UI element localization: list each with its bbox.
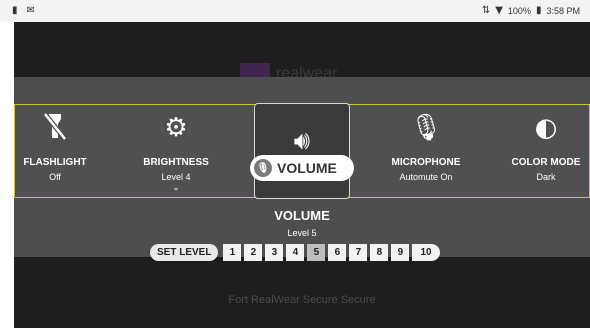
volume-icon: 🔊︎	[293, 126, 311, 156]
mail-icon: ✉	[26, 5, 35, 16]
set-level-button[interactable]: SET LEVEL	[150, 244, 219, 261]
level-button-6[interactable]: 6	[328, 244, 347, 261]
level-selector: SET LEVEL 1 2 3 4 5 6 7 8 9 10	[150, 244, 440, 261]
clock: 3:58 PM	[546, 5, 580, 16]
tile-brightness[interactable]: ⚙ BRIGHTNESS Level 4 ⌄	[125, 105, 227, 199]
signal-icon: ⇅	[481, 5, 491, 16]
flashlight-off-icon	[15, 111, 95, 145]
selected-pill-label: VOLUME	[277, 160, 337, 176]
color-mode-label: COLOR MODE	[511, 157, 581, 168]
detail-level-text: Level 5	[287, 228, 317, 238]
brightness-value: Level 4	[161, 172, 191, 182]
tile-volume[interactable]: 🔊︎	[254, 103, 350, 199]
voice-command-icon: 🎙︎	[254, 159, 272, 177]
level-button-2[interactable]: 2	[244, 244, 263, 261]
sd-card-icon: ▮	[12, 5, 18, 16]
status-bar: ▮ ✉ ⇅ ▼ 100% ▮ 3:58 PM	[0, 0, 590, 22]
level-button-4[interactable]: 4	[286, 244, 305, 261]
level-button-7[interactable]: 7	[349, 244, 368, 261]
color-mode-icon: ◐	[534, 113, 558, 143]
microphone-value: Automute On	[399, 172, 453, 182]
battery-percent: 100%	[507, 5, 531, 16]
flashlight-value: Off	[49, 172, 61, 182]
tile-microphone[interactable]: 🎙︎ MICROPHONE Automute On	[383, 105, 469, 199]
detail-title: VOLUME	[274, 208, 330, 223]
level-button-3[interactable]: 3	[265, 244, 284, 261]
microphone-automute-icon: 🎙︎	[409, 113, 443, 143]
chevron-down-icon: ⌄	[172, 183, 180, 193]
brightness-icon: ⚙	[164, 113, 188, 143]
selected-volume-pill[interactable]: 🎙︎ VOLUME	[250, 155, 354, 181]
battery-icon: ▮	[535, 5, 542, 16]
background-footer-text: Fort RealWear Secure Secure	[228, 294, 376, 306]
tile-flashlight[interactable]: FLASHLIGHT Off	[15, 105, 95, 199]
level-button-5[interactable]: 5	[307, 244, 326, 261]
flashlight-label: FLASHLIGHT	[23, 157, 87, 168]
level-button-9[interactable]: 9	[391, 244, 410, 261]
wifi-icon: ▼	[495, 5, 503, 16]
brightness-label: BRIGHTNESS	[143, 157, 209, 168]
microphone-label: MICROPHONE	[391, 157, 461, 168]
level-button-1[interactable]: 1	[223, 244, 242, 261]
level-button-10[interactable]: 10	[412, 244, 440, 261]
color-mode-value: Dark	[536, 172, 556, 182]
tile-color-mode[interactable]: ◐ COLOR MODE Dark	[504, 105, 588, 199]
level-button-8[interactable]: 8	[370, 244, 389, 261]
quick-settings-panel: FLASHLIGHT Off ⚙ BRIGHTNESS Level 4 ⌄ 🔊︎…	[14, 103, 590, 199]
